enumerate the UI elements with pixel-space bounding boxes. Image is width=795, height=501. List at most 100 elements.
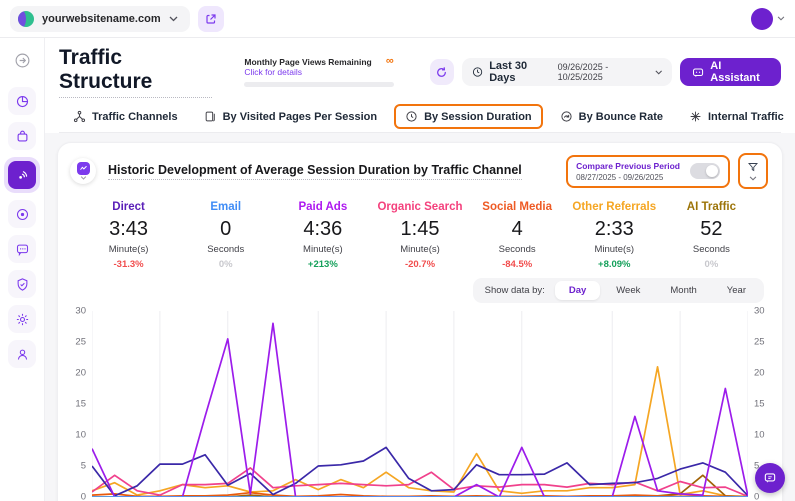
tab-label: Traffic Channels — [92, 111, 178, 123]
sidebar-item-traffic[interactable] — [4, 157, 40, 193]
chart-card: Historic Development of Average Session … — [57, 142, 783, 501]
y-tick-label: 0 — [754, 492, 759, 501]
tab-by-session-duration[interactable]: By Session Duration — [394, 104, 543, 129]
compare-label: Compare Previous Period — [576, 161, 680, 171]
period-label: Last 30 Days — [489, 60, 551, 84]
compare-previous-period: Compare Previous Period 08/27/2025 - 09/… — [566, 155, 730, 188]
channel-metrics: Direct3:43Minute(s)-31.3%Email0Seconds0%… — [58, 193, 782, 276]
metric-direct[interactable]: Direct3:43Minute(s)-31.3% — [80, 201, 177, 270]
target-icon — [15, 207, 30, 222]
granularity-option-month[interactable]: Month — [656, 281, 710, 300]
metric-ai-traffic[interactable]: AI Traffic52Seconds0% — [663, 201, 760, 270]
chat-bubble-icon — [763, 471, 777, 485]
y-tick-label: 20 — [75, 368, 86, 379]
refresh-button[interactable] — [430, 59, 454, 85]
sidebar-item-goals[interactable] — [8, 200, 36, 228]
metric-value: 52 — [663, 218, 760, 241]
metric-social-media[interactable]: Social Media4Seconds-84.5% — [469, 201, 566, 270]
sidebar-item-messages[interactable] — [8, 235, 36, 263]
sidebar-item-account[interactable] — [8, 340, 36, 368]
avatar — [751, 8, 773, 30]
sidebar-collapse-button[interactable] — [8, 46, 36, 74]
external-link-icon — [205, 13, 217, 25]
user-menu[interactable] — [751, 8, 785, 30]
tab-label: By Bounce Rate — [579, 111, 663, 123]
chevron-down-icon — [777, 16, 785, 21]
filter-funnel-icon — [747, 161, 759, 173]
page-views-quota: Monthly Page Views Remaining Click for d… — [244, 57, 393, 87]
metric-organic-search[interactable]: Organic Search1:45Minute(s)-20.7% — [371, 201, 468, 270]
pages-icon — [204, 110, 217, 123]
tab-label: By Visited Pages Per Session — [223, 111, 377, 123]
metric-unit: Minute(s) — [566, 244, 663, 255]
bag-icon — [15, 129, 30, 144]
bounce-icon — [560, 110, 573, 123]
card-collapse-button[interactable] — [70, 158, 96, 184]
metric-name: Organic Search — [371, 201, 468, 213]
sidebar — [0, 38, 45, 501]
y-tick-label: 10 — [75, 430, 86, 441]
internal-traffic-icon — [689, 110, 702, 123]
ai-assistant-button[interactable]: AI Assistant — [680, 58, 781, 86]
date-range-picker[interactable]: Last 30 Days 09/26/2025 - 10/25/2025 — [462, 58, 672, 86]
pie-chart-icon — [15, 94, 30, 109]
y-tick-label: 15 — [75, 399, 86, 410]
chart-title: Historic Development of Average Session … — [108, 163, 522, 180]
tab-internal-traffic[interactable]: Internal Traffic — [689, 110, 784, 123]
y-tick-label: 30 — [75, 306, 86, 317]
y-tick-label: 5 — [81, 461, 86, 472]
compare-toggle[interactable] — [690, 163, 720, 179]
metric-paid-ads[interactable]: Paid Ads4:36Minute(s)+213% — [274, 201, 371, 270]
ai-assistant-label: AI Assistant — [710, 60, 769, 84]
sidebar-item-settings[interactable] — [8, 305, 36, 333]
chevron-down-icon — [169, 16, 178, 22]
metric-value: 4:36 — [274, 218, 371, 241]
tab-by-bounce-rate[interactable]: By Bounce Rate — [560, 110, 663, 123]
series-other-referrals — [92, 367, 748, 497]
plot-area[interactable]: 09/26/202509/29/202510/02/202510/06/2025… — [92, 311, 748, 501]
metric-change: 0% — [177, 259, 274, 270]
site-name: yourwebsitename.com — [42, 13, 161, 25]
filter-button[interactable] — [738, 153, 768, 189]
chevron-down-icon — [80, 176, 87, 180]
quota-details-link[interactable]: Click for details — [244, 67, 371, 77]
ai-chat-icon — [692, 66, 704, 79]
sidebar-item-security[interactable] — [8, 270, 36, 298]
y-axis-left: 051015202530 — [64, 311, 92, 497]
y-tick-label: 20 — [754, 368, 765, 379]
external-link-button[interactable] — [198, 6, 224, 32]
granularity-option-week[interactable]: Week — [602, 281, 654, 300]
site-selector[interactable]: yourwebsitename.com — [10, 6, 190, 32]
section-tabs: Traffic Channels By Visited Pages Per Ses… — [59, 98, 781, 133]
metric-name: Social Media — [469, 201, 566, 213]
chat-fab-button[interactable] — [755, 463, 785, 493]
tab-by-visited-pages-per-session[interactable]: By Visited Pages Per Session — [204, 110, 377, 123]
sidebar-item-analytics[interactable] — [8, 87, 36, 115]
metric-name: Paid Ads — [274, 201, 371, 213]
metric-name: Other Referrals — [566, 201, 663, 213]
shield-check-icon — [15, 277, 30, 292]
granularity-switcher: Show data by: DayWeekMonthYear — [473, 278, 764, 303]
metric-unit: Seconds — [469, 244, 566, 255]
collapse-icon — [14, 52, 31, 69]
metric-other-referrals[interactable]: Other Referrals2:33Minute(s)+8.09% — [566, 201, 663, 270]
tab-label: By Session Duration — [424, 111, 532, 123]
page-title: Traffic Structure — [59, 46, 212, 98]
y-tick-label: 10 — [754, 430, 765, 441]
metric-email[interactable]: Email0Seconds0% — [177, 201, 274, 270]
metric-name: AI Traffic — [663, 201, 760, 213]
tab-traffic-channels[interactable]: Traffic Channels — [73, 110, 178, 123]
quota-label: Monthly Page Views Remaining — [244, 57, 371, 67]
granularity-option-year[interactable]: Year — [713, 281, 760, 300]
granularity-option-day[interactable]: Day — [555, 281, 600, 300]
metric-unit: Seconds — [663, 244, 760, 255]
metric-unit: Minute(s) — [371, 244, 468, 255]
metric-unit: Minute(s) — [274, 244, 371, 255]
tab-label: Internal Traffic — [708, 111, 784, 123]
refresh-icon — [435, 66, 448, 79]
metric-unit: Minute(s) — [80, 244, 177, 255]
metric-change: -84.5% — [469, 259, 566, 270]
metric-name: Email — [177, 201, 274, 213]
sidebar-item-products[interactable] — [8, 122, 36, 150]
metric-change: -20.7% — [371, 259, 468, 270]
